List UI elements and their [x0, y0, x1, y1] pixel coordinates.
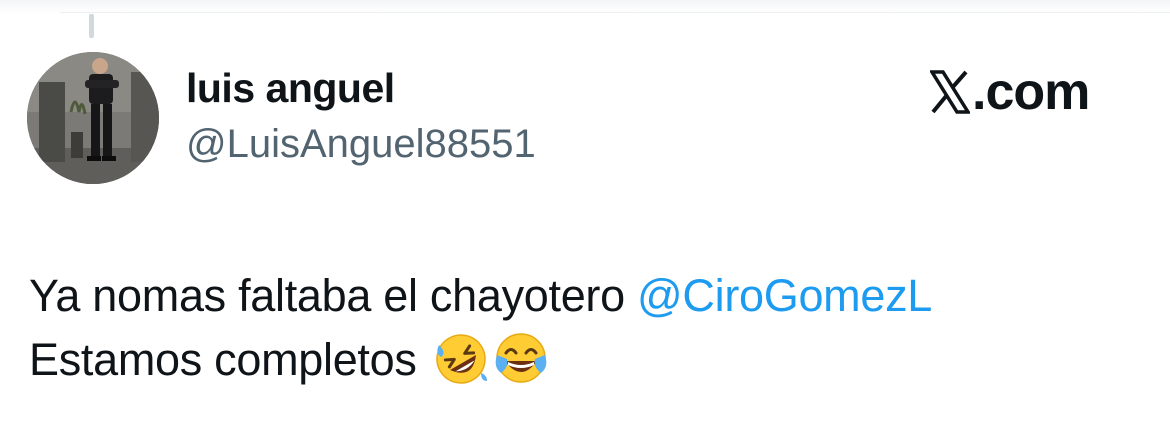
site-domain-text: .com [972, 63, 1090, 121]
rolling-on-floor-laughing-emoji [436, 334, 487, 384]
x-logo-icon [930, 70, 970, 114]
site-logo: .com [930, 62, 1090, 122]
thread-connector-line [89, 14, 94, 38]
tweet-line-2: Estamos completos [29, 328, 1149, 392]
mention-link[interactable]: @CiroGomezL [637, 270, 932, 321]
tweet-line-1: Ya nomas faltaba el chayotero @CiroGomez… [29, 264, 1149, 328]
avatar[interactable] [27, 52, 159, 184]
tweet-text-part: Ya nomas faltaba el chayotero [29, 270, 638, 321]
author-name[interactable]: luis anguel [186, 65, 395, 111]
face-with-tears-of-joy-emoji [495, 333, 547, 383]
author-handle[interactable]: @LuisAnguel88551 [186, 122, 536, 166]
tweet-text: Ya nomas faltaba el chayotero @CiroGomez… [29, 264, 1149, 392]
tweet-text-part: Estamos completos [29, 334, 429, 385]
profile-photo [27, 52, 159, 184]
previous-tweet-edge [0, 0, 1170, 14]
